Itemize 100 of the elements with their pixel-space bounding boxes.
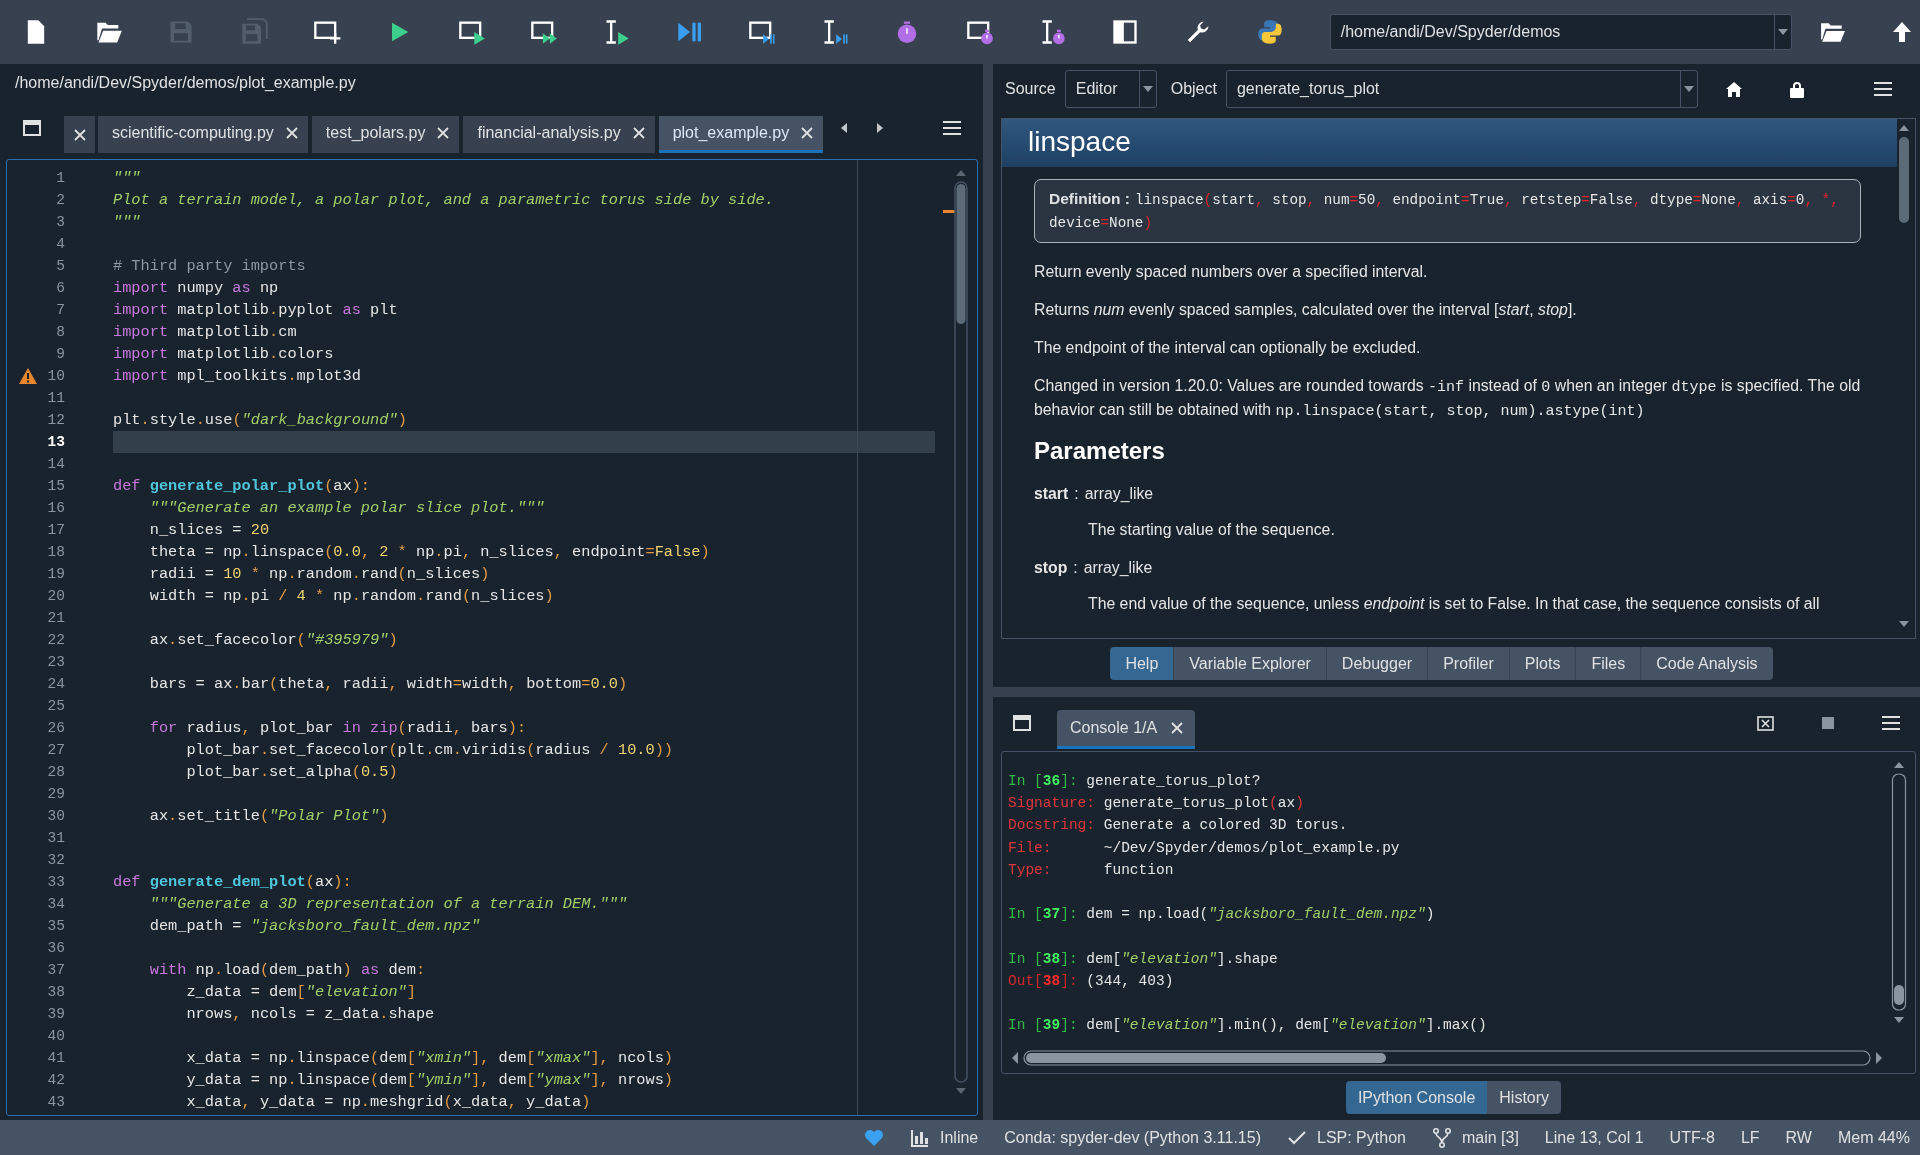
console-line: Out[38]: (344, 403) bbox=[1008, 971, 1174, 991]
code-line: dem_path = "jacksboro_fault_dem.npz" bbox=[148, 916, 481, 937]
console-line: File: ~/Dev/Spyder/demos/plot_example.py bbox=[1008, 838, 1400, 858]
section-heading: Parameters bbox=[1034, 437, 1166, 465]
git-branch[interactable]: main [3] bbox=[1461, 1128, 1519, 1147]
dropdown-arrow-icon[interactable] bbox=[1683, 86, 1694, 92]
path-field[interactable]: /home/andi/Dev/Spyder/demos bbox=[1329, 14, 1792, 50]
pane-tab[interactable]: History bbox=[1487, 1080, 1562, 1114]
code-line: x_data, y_data = np.meshgrid(x_data, y_data) bbox=[185, 1092, 591, 1113]
code-line: plt.style.use("dark_background") bbox=[113, 410, 407, 431]
code-line: import matplotlib.cm bbox=[113, 322, 297, 343]
code-line: with np.load(dem_path) as dem: bbox=[148, 960, 426, 981]
line-number: 37 bbox=[46, 962, 65, 978]
menu-icon[interactable] bbox=[943, 120, 961, 135]
close-icon[interactable] bbox=[1171, 722, 1184, 734]
line-number: 12 bbox=[46, 412, 65, 428]
line-number: 26 bbox=[46, 720, 65, 736]
parameter-type: array_like bbox=[1083, 559, 1153, 577]
line-number: 15 bbox=[46, 478, 65, 494]
clear-console-icon[interactable] bbox=[1757, 715, 1774, 731]
console-line: In [39]: dem["elevation"].min(), dem["elevation"].max() bbox=[1008, 1016, 1487, 1036]
code-line: x_data = np.linspace(dem["xmin"], dem["xmax"], ncols) bbox=[185, 1048, 674, 1069]
line-number: 22 bbox=[46, 632, 65, 648]
console-line: In [36]: generate_torus_plot? bbox=[1008, 772, 1261, 791]
maximize-pane-icon[interactable] bbox=[1111, 18, 1140, 46]
code-line: def generate_polar_plot(ax): bbox=[113, 476, 371, 497]
browse-tabs-icon[interactable] bbox=[1013, 715, 1031, 731]
dropdown-arrow-icon[interactable] bbox=[1777, 29, 1788, 35]
up-arrow-icon[interactable] bbox=[1891, 21, 1912, 43]
line-number: 10 bbox=[46, 368, 65, 384]
line-number: 30 bbox=[46, 808, 65, 824]
editor-tab[interactable]: financial-analysis.py bbox=[463, 116, 655, 153]
close-icon[interactable] bbox=[73, 128, 86, 141]
line-ending-label[interactable]: LF bbox=[1740, 1128, 1760, 1147]
line-number: 31 bbox=[46, 830, 65, 846]
file-path: /home/andi/Dev/Spyder/demos/plot_example.py bbox=[14, 73, 357, 93]
parameter-name: start bbox=[1034, 485, 1069, 503]
line-number: 16 bbox=[46, 500, 65, 516]
encoding-label[interactable]: UTF-8 bbox=[1669, 1128, 1715, 1147]
console-tab[interactable]: Console 1/A bbox=[1057, 710, 1196, 749]
home-icon[interactable] bbox=[1725, 81, 1742, 97]
code-line: """Generate an example polar slice plot.""" bbox=[148, 498, 545, 519]
close-icon[interactable] bbox=[801, 127, 814, 139]
cursor-position[interactable]: Line 13, Col 1 bbox=[1544, 1128, 1644, 1147]
python-icon[interactable] bbox=[1256, 18, 1285, 46]
menu-icon[interactable] bbox=[1882, 716, 1900, 730]
line-number: 41 bbox=[46, 1050, 65, 1066]
code-line: for radius, plot_bar in zip(radii, bars): bbox=[148, 718, 527, 739]
source-dropdown[interactable]: Editor bbox=[1064, 70, 1157, 108]
editor-tab[interactable]: test_polars.py bbox=[311, 116, 460, 153]
pane-tab[interactable]: IPython Console bbox=[1345, 1080, 1488, 1114]
lsp-status[interactable]: LSP: Python bbox=[1317, 1128, 1406, 1147]
pane-tab[interactable]: Help bbox=[1110, 646, 1175, 680]
console-line: Signature: generate_torus_plot(ax) bbox=[1008, 794, 1304, 814]
pane-tab[interactable]: Code Analysis bbox=[1641, 646, 1773, 680]
dropdown-arrow-icon[interactable] bbox=[1142, 86, 1153, 92]
scroll-right-icon[interactable] bbox=[877, 122, 884, 133]
line-number: 1 bbox=[55, 170, 65, 186]
memory-usage[interactable]: Mem 44% bbox=[1837, 1128, 1910, 1147]
close-icon[interactable] bbox=[437, 127, 450, 139]
pane-tab[interactable]: Files bbox=[1576, 646, 1642, 680]
pane-tab[interactable]: Debugger bbox=[1326, 646, 1429, 680]
line-number: 32 bbox=[46, 852, 65, 868]
editor-tab[interactable]: scientific-computing.py bbox=[98, 116, 308, 153]
pane-tab[interactable]: Plots bbox=[1509, 646, 1577, 680]
code-line: plot_bar.set_facecolor(plt.cm.viridis(radius / 10.0)) bbox=[185, 740, 674, 761]
line-number: 34 bbox=[46, 896, 65, 912]
code-line: """ bbox=[113, 212, 141, 233]
line-number: 42 bbox=[46, 1072, 65, 1088]
code-line: width = np.pi / 4 * np.random.rand(n_slices) bbox=[148, 586, 554, 607]
heart-icon[interactable] bbox=[864, 1127, 884, 1148]
line-number: 27 bbox=[46, 742, 65, 758]
line-number: 28 bbox=[46, 764, 65, 780]
line-number: 3 bbox=[55, 214, 65, 230]
pane-tab[interactable]: Profiler bbox=[1428, 646, 1510, 680]
line-number: 9 bbox=[55, 346, 65, 362]
source-label: Source bbox=[1005, 80, 1056, 98]
close-icon[interactable] bbox=[632, 127, 645, 139]
open-folder-icon[interactable] bbox=[1819, 20, 1846, 44]
code-line: ax.set_facecolor("#395979") bbox=[148, 630, 398, 651]
menu-icon[interactable] bbox=[1873, 82, 1892, 96]
code-line: z_data = dem["elevation"] bbox=[185, 982, 416, 1003]
editor-tab[interactable]: plot_example.py bbox=[658, 116, 824, 153]
line-number: 25 bbox=[46, 698, 65, 714]
line-number: 11 bbox=[46, 390, 65, 406]
code-line: theta = np.linspace(0.0, 2 * np.pi, n_slices, endpoint=False) bbox=[148, 542, 710, 563]
browse-tabs-icon[interactable] bbox=[23, 119, 41, 136]
permissions-label[interactable]: RW bbox=[1785, 1128, 1812, 1147]
environment-label[interactable]: Conda: spyder-dev (Python 3.11.15) bbox=[1004, 1128, 1261, 1147]
object-field[interactable]: generate_torus_plot bbox=[1225, 70, 1698, 108]
backend-label[interactable]: Inline bbox=[940, 1128, 979, 1147]
line-number: 29 bbox=[46, 786, 65, 802]
lock-icon[interactable] bbox=[1789, 80, 1804, 98]
close-icon[interactable] bbox=[285, 127, 298, 139]
line-number: 21 bbox=[46, 610, 65, 626]
line-number: 43 bbox=[46, 1094, 65, 1110]
scroll-left-icon[interactable] bbox=[841, 122, 848, 133]
code-line: def generate_dem_plot(ax): bbox=[113, 872, 352, 893]
bar-chart-icon bbox=[910, 1127, 930, 1148]
pane-tab[interactable]: Variable Explorer bbox=[1174, 646, 1327, 680]
